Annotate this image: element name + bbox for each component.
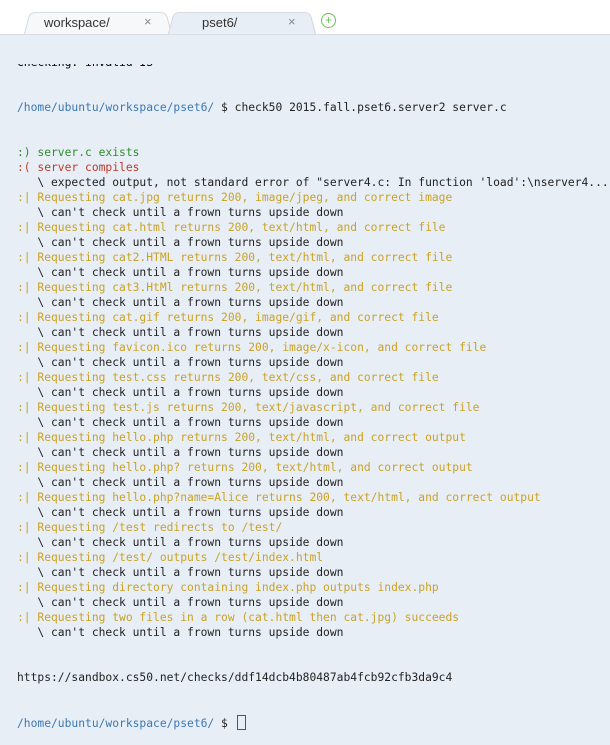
final-prompt-line[interactable]: /home/ubuntu/workspace/pset6/ $ <box>17 715 610 730</box>
check-result-detail: \ can't check until a frown turns upside… <box>17 506 344 519</box>
check-result-detail: \ can't check until a frown turns upside… <box>17 536 344 549</box>
result-url: https://sandbox.cs50.net/checks/ddf14dcb… <box>17 671 453 684</box>
tab-workspace[interactable]: workspace/ × <box>24 10 172 34</box>
check-result-warn: :| Requesting /test/ outputs /test/index… <box>17 551 324 564</box>
check-result-detail: \ can't check until a frown turns upside… <box>17 296 344 309</box>
check-result-detail: \ can't check until a frown turns upside… <box>17 566 344 579</box>
check-result-warn: :| Requesting two files in a row (cat.ht… <box>17 611 460 624</box>
terminal-output[interactable]: Checking: invalid IS /home/ubuntu/worksp… <box>17 34 610 745</box>
check-result-warn: :| Requesting cat.jpg returns 200, image… <box>17 191 453 204</box>
check-result-warn: :| Requesting cat.gif returns 200, image… <box>17 311 439 324</box>
check-result-detail: \ can't check until a frown turns upside… <box>17 476 344 489</box>
check-result-detail: \ can't check until a frown turns upside… <box>17 236 344 249</box>
prompt-symbol: $ <box>214 101 235 114</box>
check-result-detail: \ can't check until a frown turns upside… <box>17 416 344 429</box>
check-result-detail: \ can't check until a frown turns upside… <box>17 626 344 639</box>
check-result-warn: :| Requesting favicon.ico returns 200, i… <box>17 341 487 354</box>
check-result-warn: :| Requesting directory containing index… <box>17 581 439 594</box>
check-result-ok: :) server.c exists <box>17 146 140 159</box>
command-text: check50 2015.fall.pset6.server2 server.c <box>234 101 507 114</box>
check-result-detail: \ can't check until a frown turns upside… <box>17 386 344 399</box>
scrolled-line: Checking: invalid IS <box>17 64 610 70</box>
prompt-symbol: $ <box>214 717 235 730</box>
tab-pset6[interactable]: pset6/ × <box>168 10 316 34</box>
check-result-warn: :| Requesting test.css returns 200, text… <box>17 371 439 384</box>
close-icon[interactable]: × <box>144 14 152 29</box>
previous-pane-edge <box>0 0 610 8</box>
check-result-detail: \ can't check until a frown turns upside… <box>17 356 344 369</box>
terminal-tab-bar: workspace/ × pset6/ × + <box>0 8 610 35</box>
check-result-detail: \ can't check until a frown turns upside… <box>17 446 344 459</box>
check-result-detail: \ can't check until a frown turns upside… <box>17 326 344 339</box>
check-result-warn: :| Requesting cat.html returns 200, text… <box>17 221 446 234</box>
check-result-warn: :| Requesting /test redirects to /test/ <box>17 521 283 534</box>
check-result-warn: :| Requesting hello.php? returns 200, te… <box>17 461 473 474</box>
check-result-warn: :| Requesting cat2.HTML returns 200, tex… <box>17 251 453 264</box>
check-result-fail: :( server compiles <box>17 161 140 174</box>
check-result-detail: \ can't check until a frown turns upside… <box>17 206 344 219</box>
close-icon[interactable]: × <box>288 14 296 29</box>
add-tab-plus-icon[interactable]: + <box>321 13 336 28</box>
check-result-detail: \ expected output, not standard error of… <box>17 176 610 189</box>
prompt-path: /home/ubuntu/workspace/pset6/ <box>17 717 215 730</box>
tab-label: pset6/ <box>202 15 238 30</box>
check-result-detail: \ can't check until a frown turns upside… <box>17 266 344 279</box>
check-result-warn: :| Requesting test.js returns 200, text/… <box>17 401 480 414</box>
command-line: /home/ubuntu/workspace/pset6/ $ check50 … <box>17 100 610 115</box>
tab-label: workspace/ <box>44 15 110 30</box>
check-result-warn: :| Requesting hello.php returns 200, tex… <box>17 431 466 444</box>
check-result-warn: :| Requesting hello.php?name=Alice retur… <box>17 491 541 504</box>
check-result-detail: \ can't check until a frown turns upside… <box>17 596 344 609</box>
prompt-path: /home/ubuntu/workspace/pset6/ <box>17 101 215 114</box>
check-results: :) server.c exists :( server compiles \ e… <box>17 145 610 640</box>
text-cursor <box>236 715 246 730</box>
check-result-warn: :| Requesting cat3.HtMl returns 200, tex… <box>17 281 453 294</box>
